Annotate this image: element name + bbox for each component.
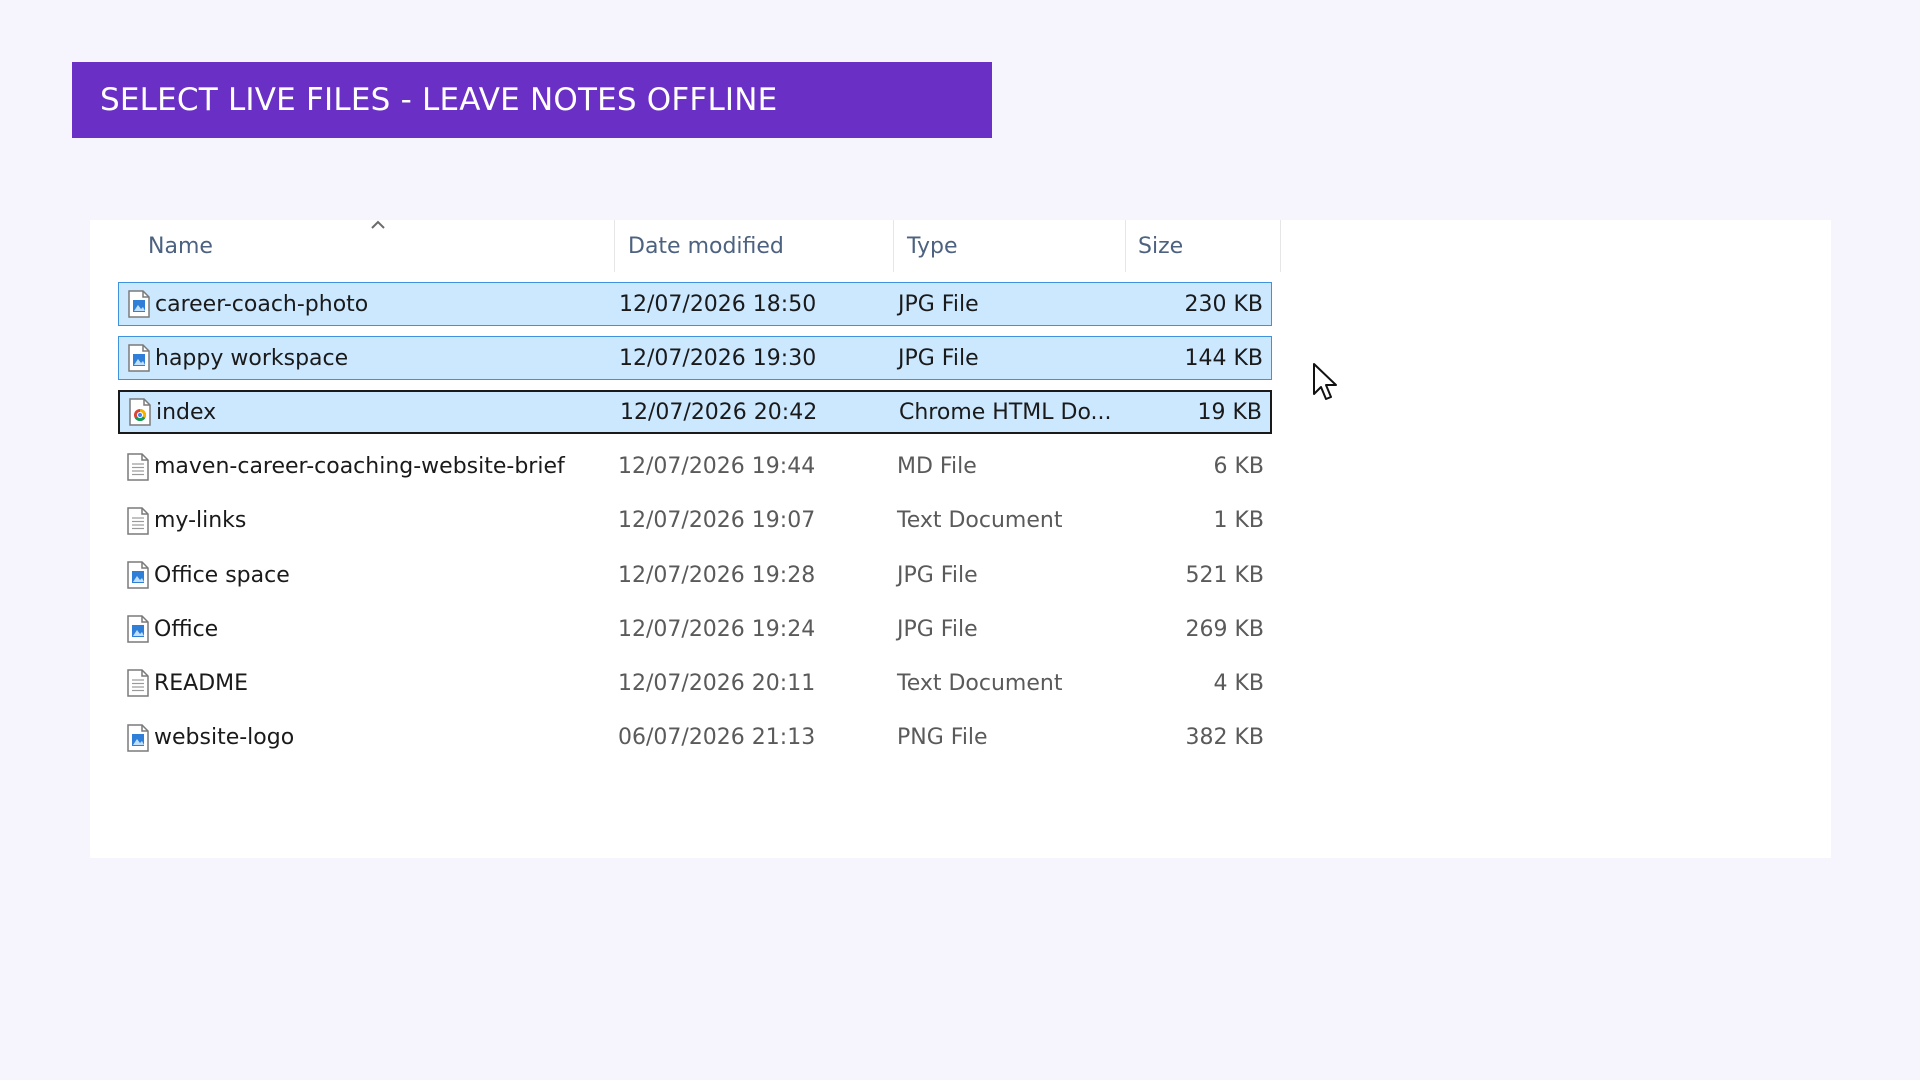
column-header-type[interactable]: Type [907,220,958,272]
file-name: my-links [154,508,247,534]
file-name: happy workspace [155,345,349,371]
file-name: maven-career-coaching-website-brief [154,454,565,480]
file-type: Chrome HTML Do... [899,399,1112,425]
image-file-icon [126,561,150,589]
file-type: JPG File [897,562,978,588]
file-size: 19 KB [1197,399,1262,425]
file-date-modified: 12/07/2026 19:28 [618,562,816,588]
column-divider[interactable] [614,220,615,272]
file-size: 521 KB [1185,562,1264,588]
file-row[interactable]: Office space 12/07/2026 19:28 JPG File 521 … [118,553,1272,597]
file-row[interactable]: index 12/07/2026 20:42 Chrome HTML Do... 19… [118,390,1272,435]
file-row[interactable]: my-links 12/07/2026 19:07 Text Document 1 K… [118,499,1272,543]
file-name: website-logo [154,725,295,751]
file-type: JPG File [898,291,979,317]
file-size: 6 KB [1213,454,1264,480]
file-size: 230 KB [1184,291,1263,317]
text-file-icon [126,452,150,481]
image-file-icon [126,723,150,752]
image-file-icon [127,344,151,372]
column-header-date[interactable]: Date modified [628,220,784,272]
file-type: PNG File [897,725,988,751]
text-file-icon [126,669,150,698]
file-size: 382 KB [1185,725,1264,751]
file-type: JPG File [898,345,979,371]
column-header-bar: Name Date modified Type Size [90,220,1831,272]
file-size: 144 KB [1184,345,1263,371]
file-list-panel: Name Date modified Type Size career-coac… [90,220,1831,858]
chrome-html-file-icon [128,398,152,427]
file-name: Office [154,616,219,642]
file-type: Text Document [897,508,1063,534]
file-date-modified: 12/07/2026 18:50 [619,291,817,317]
file-row[interactable]: happy workspace 12/07/2026 19:30 JPG File 1… [118,336,1272,381]
file-type: Text Document [897,670,1063,696]
file-size: 4 KB [1213,670,1264,696]
banner-title: SELECT LIVE FILES - LEAVE NOTES OFFLINE [100,82,778,118]
file-name: Office space [154,562,290,588]
file-row[interactable]: career-coach-photo 12/07/2026 18:50 JPG Fi… [118,282,1272,326]
image-file-icon [126,615,150,643]
text-file-icon [126,507,150,535]
column-divider[interactable] [1125,220,1126,272]
title-banner: SELECT LIVE FILES - LEAVE NOTES OFFLINE [72,62,992,138]
file-date-modified: 12/07/2026 19:07 [618,508,816,534]
file-date-modified: 06/07/2026 21:13 [618,725,816,751]
mouse-cursor-icon [1313,363,1337,400]
file-size: 269 KB [1185,616,1264,642]
file-row[interactable]: website-logo 06/07/2026 21:13 PNG File 382 … [118,716,1272,760]
file-row[interactable]: maven-career-coaching-website-brief 12/07… [118,445,1272,489]
file-name: README [154,670,249,696]
file-date-modified: 12/07/2026 20:42 [620,399,818,425]
file-name: career-coach-photo [155,291,369,317]
file-size: 1 KB [1213,508,1264,534]
sort-ascending-icon [371,220,385,229]
file-date-modified: 12/07/2026 19:24 [618,616,816,642]
file-date-modified: 12/07/2026 19:30 [619,345,817,371]
file-row[interactable]: README 12/07/2026 20:11 Text Document 4 KB [118,661,1272,705]
file-row[interactable]: Office 12/07/2026 19:24 JPG File 269 KB [118,607,1272,651]
file-type: MD File [897,454,977,480]
column-header-name[interactable]: Name [148,220,213,272]
file-date-modified: 12/07/2026 19:44 [618,454,816,480]
column-divider[interactable] [893,220,894,272]
column-header-size[interactable]: Size [1138,220,1183,272]
file-type: JPG File [897,616,978,642]
file-date-modified: 12/07/2026 20:11 [618,670,816,696]
image-file-icon [127,290,151,318]
file-name: index [156,399,217,425]
column-divider[interactable] [1280,220,1281,272]
